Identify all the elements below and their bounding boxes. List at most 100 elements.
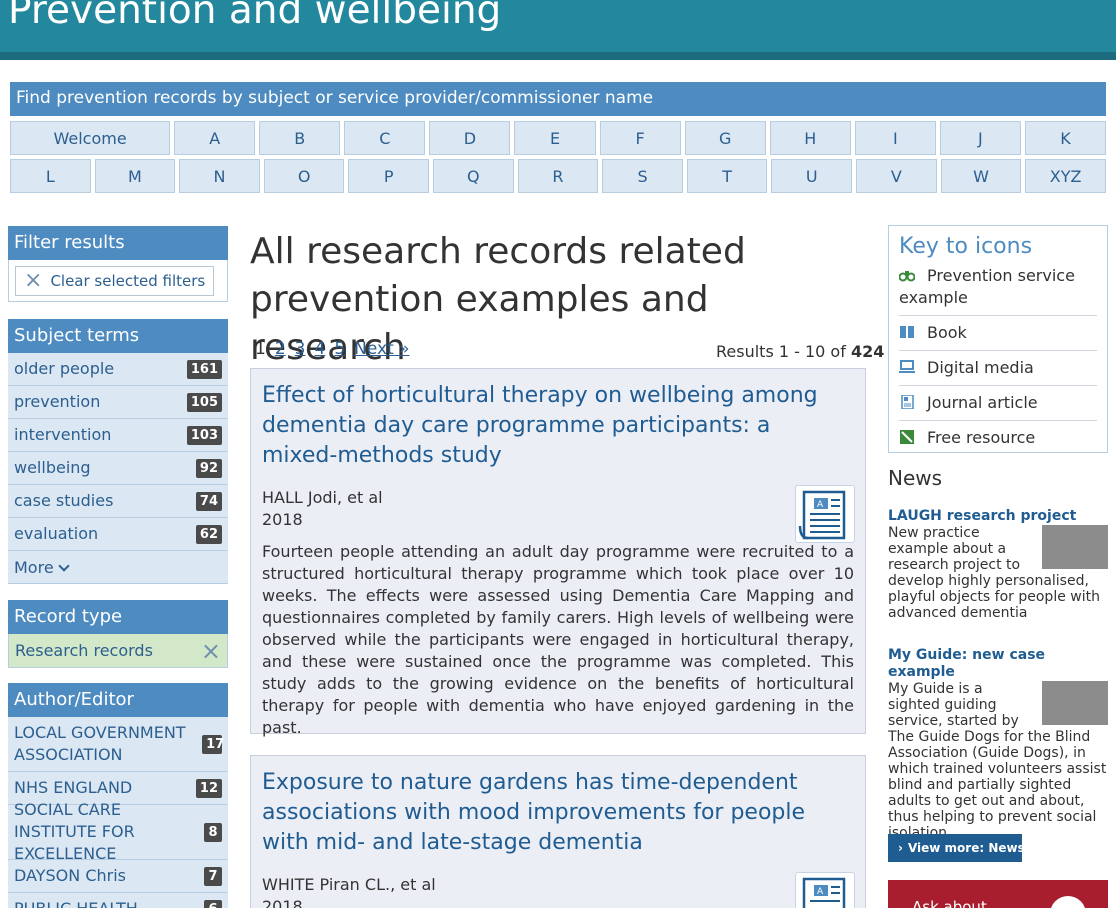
subject-term-item[interactable]: wellbeing 92 bbox=[8, 452, 228, 485]
az-letter-button[interactable]: O bbox=[263, 159, 345, 193]
az-letter-button[interactable]: E bbox=[514, 121, 596, 155]
author-item[interactable]: SOCIAL CARE INSTITUTE FOR EXCELLENCE 8 bbox=[8, 800, 228, 863]
page-link[interactable]: 4 bbox=[314, 339, 325, 359]
az-letter-button[interactable]: U bbox=[771, 159, 853, 193]
page-link[interactable]: 5 bbox=[334, 339, 345, 359]
key-to-icons-panel: Key to icons Prevention service example … bbox=[888, 225, 1108, 453]
az-letter-button[interactable]: L bbox=[10, 159, 91, 193]
az-letter-button[interactable]: M bbox=[94, 159, 176, 193]
next-page-link[interactable]: Next » bbox=[354, 339, 409, 359]
az-letter-button[interactable]: F bbox=[599, 121, 681, 155]
ask-label: Ask about bbox=[912, 898, 987, 908]
subject-terms-heading: Subject terms bbox=[8, 319, 228, 353]
current-page: 1 bbox=[255, 339, 266, 359]
record-author: WHITE Piran CL., et al bbox=[262, 875, 436, 894]
view-more-label: View more: News bbox=[907, 841, 1025, 855]
news-headline-link[interactable]: My Guide: new case example bbox=[888, 647, 1108, 681]
subject-term-item[interactable]: evaluation 62 bbox=[8, 518, 228, 551]
subject-term-item[interactable]: prevention 105 bbox=[8, 386, 228, 419]
az-letter-button[interactable]: R bbox=[517, 159, 599, 193]
journal-article-icon: A bbox=[795, 872, 855, 908]
chevron-down-icon bbox=[58, 559, 70, 572]
news-headline-link[interactable]: LAUGH research project bbox=[888, 508, 1108, 525]
az-letter-button[interactable]: J bbox=[939, 121, 1021, 155]
author-label: DAYSON Chris bbox=[14, 866, 126, 885]
az-letter-button[interactable]: W bbox=[940, 159, 1022, 193]
subject-term-item[interactable]: intervention 103 bbox=[8, 419, 228, 452]
subject-term-label: wellbeing bbox=[14, 458, 91, 477]
az-letter-button[interactable]: I bbox=[854, 121, 936, 155]
az-letter-button[interactable]: C bbox=[344, 121, 426, 155]
free-resource-icon bbox=[900, 430, 914, 444]
az-letter-button[interactable]: A bbox=[174, 121, 256, 155]
record-type-label: Research records bbox=[15, 641, 153, 660]
clear-filters-button[interactable]: × Clear selected filters bbox=[15, 266, 215, 296]
count-badge: 8 bbox=[204, 822, 222, 842]
chevron-right-icon: › bbox=[898, 841, 903, 855]
subject-terms-panel: Subject terms older people 161 prevention… bbox=[8, 319, 228, 584]
count-badge: 74 bbox=[195, 491, 222, 511]
author-item[interactable]: LOCAL GOVERNMENT ASSOCIATION 17 bbox=[8, 717, 228, 772]
count-badge: 62 bbox=[195, 524, 222, 544]
subject-term-label: intervention bbox=[14, 425, 112, 444]
news-heading: News bbox=[888, 466, 943, 490]
subject-term-item[interactable]: case studies 74 bbox=[8, 485, 228, 518]
key-item: Book bbox=[899, 316, 1097, 351]
az-letter-button[interactable]: G bbox=[684, 121, 766, 155]
az-welcome-button[interactable]: Welcome bbox=[10, 121, 171, 155]
count-badge: 103 bbox=[186, 425, 222, 445]
az-letter-button[interactable]: V bbox=[856, 159, 937, 193]
record-type-selected[interactable]: Research records × bbox=[8, 634, 228, 668]
count-badge: 6 bbox=[204, 899, 222, 908]
filter-panel: Filter results × Clear selected filters bbox=[8, 226, 228, 302]
subject-term-label: older people bbox=[14, 359, 115, 378]
az-letter-button[interactable]: P bbox=[348, 159, 430, 193]
pagination: 1 2 3 4 5 Next » bbox=[255, 339, 410, 359]
key-item: Prevention service example bbox=[899, 259, 1097, 316]
news-thumbnail bbox=[1042, 681, 1108, 725]
view-more-news-button[interactable]: › View more: News bbox=[888, 834, 1025, 862]
computer-icon bbox=[899, 360, 915, 373]
record-card: Exposure to nature gardens has time-depe… bbox=[250, 755, 866, 908]
close-icon: × bbox=[24, 268, 43, 293]
more-subjects-toggle[interactable]: More bbox=[8, 551, 228, 584]
key-item: Journal article bbox=[899, 386, 1097, 421]
subject-term-item[interactable]: older people 161 bbox=[8, 353, 228, 386]
close-icon[interactable]: × bbox=[201, 637, 221, 665]
news-item: LAUGH research project New practice exam… bbox=[888, 508, 1108, 621]
count-badge: 92 bbox=[195, 458, 222, 478]
record-title-link[interactable]: Effect of horticultural therapy on wellb… bbox=[262, 381, 842, 471]
key-label: Digital media bbox=[927, 358, 1034, 377]
binoculars-icon bbox=[899, 271, 915, 282]
az-letter-button[interactable]: K bbox=[1024, 121, 1107, 155]
az-letter-button[interactable]: XYZ bbox=[1025, 159, 1106, 193]
count-badge: 105 bbox=[186, 392, 222, 412]
record-type-heading: Record type bbox=[8, 600, 228, 634]
svg-text:A: A bbox=[817, 887, 824, 897]
az-letter-button[interactable]: D bbox=[429, 121, 511, 155]
record-year: 2018 bbox=[262, 510, 303, 529]
question-icon bbox=[1050, 896, 1086, 908]
record-author: HALL Jodi, et al bbox=[262, 488, 383, 507]
az-letter-button[interactable]: Q bbox=[433, 159, 514, 193]
ask-about-button[interactable]: Ask about bbox=[888, 880, 1108, 908]
results-prefix: Results 1 - 10 of bbox=[716, 342, 846, 361]
record-year: 2018 bbox=[262, 897, 303, 908]
book-icon bbox=[900, 326, 914, 338]
page-link[interactable]: 3 bbox=[295, 339, 306, 359]
az-letter-button[interactable]: B bbox=[259, 121, 341, 155]
az-letter-button[interactable]: H bbox=[769, 121, 851, 155]
az-nav-row-1: Welcome A B C D E F G H I J K bbox=[10, 121, 1107, 155]
az-letter-button[interactable]: S bbox=[602, 159, 683, 193]
count-badge: 7 bbox=[204, 866, 222, 886]
author-panel: Author/Editor LOCAL GOVERNMENT ASSOCIATI… bbox=[8, 683, 228, 908]
key-item: Free resource bbox=[899, 421, 1097, 455]
az-letter-button[interactable]: N bbox=[179, 159, 260, 193]
page-link[interactable]: 2 bbox=[275, 339, 286, 359]
author-label: LOCAL GOVERNMENT ASSOCIATION bbox=[14, 723, 186, 764]
site-banner: Prevention and wellbeing bbox=[0, 0, 1116, 60]
az-letter-button[interactable]: T bbox=[686, 159, 768, 193]
record-title-link[interactable]: Exposure to nature gardens has time-depe… bbox=[262, 768, 842, 858]
author-item[interactable]: PUBLIC HEALTH 6 bbox=[8, 893, 228, 908]
key-item: Digital media bbox=[899, 351, 1097, 386]
